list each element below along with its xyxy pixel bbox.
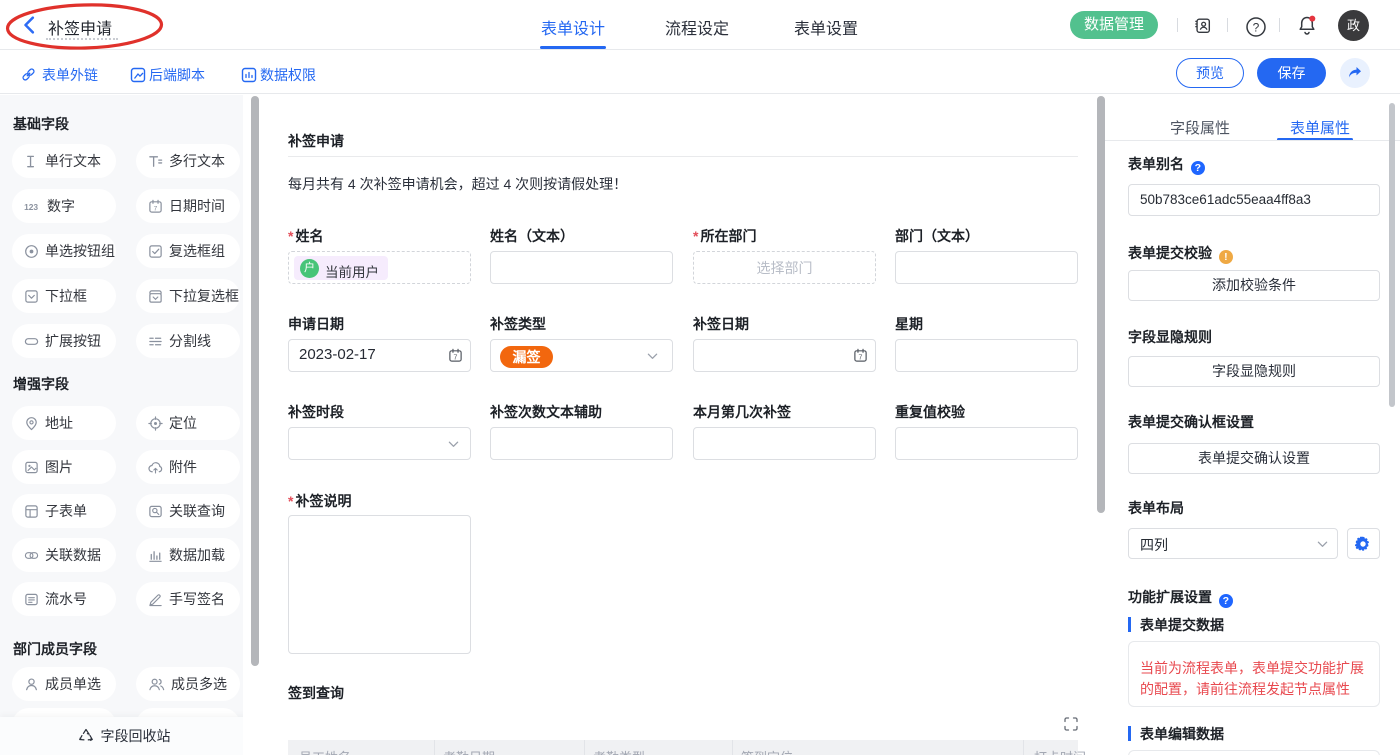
- svg-text:7: 7: [154, 205, 158, 212]
- svg-text:7: 7: [859, 354, 863, 361]
- svg-text:123: 123: [24, 201, 38, 211]
- svg-text:?: ?: [1253, 21, 1260, 35]
- svg-text:7: 7: [454, 354, 458, 361]
